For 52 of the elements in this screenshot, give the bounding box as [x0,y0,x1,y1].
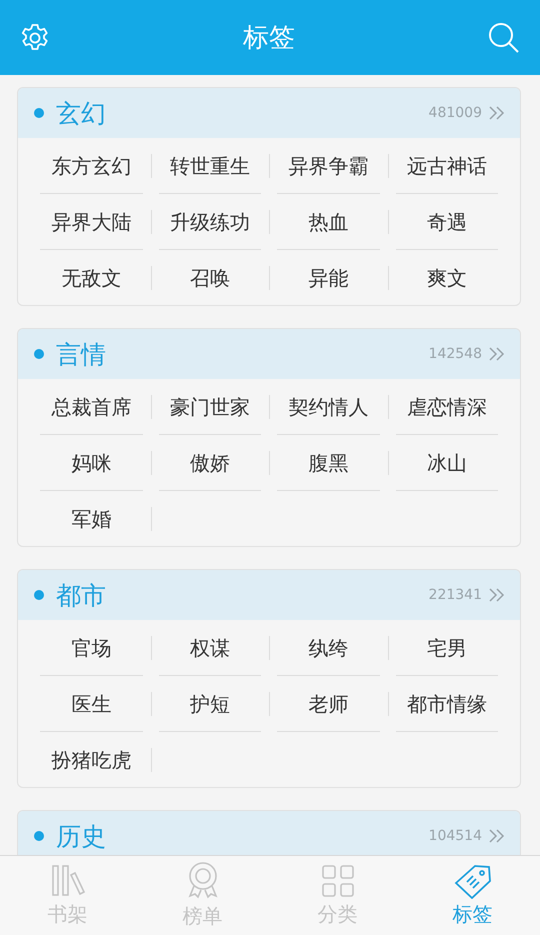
tag-item[interactable]: 妈咪 [71,450,112,476]
tag-item[interactable]: 异界大陆 [51,208,132,234]
tag-count: 104514 [428,828,482,844]
tag-item[interactable]: 老师 [308,690,348,716]
tag-item[interactable]: 虐恋情深 [406,394,487,420]
tag-item[interactable]: 无敌文 [61,264,122,290]
section-title: 言情 [56,338,107,370]
tag-item[interactable]: 都市情缘 [406,690,487,716]
double-chevron-icon[interactable] [488,347,506,361]
tag-item[interactable]: 异界争霸 [288,152,368,178]
search-icon[interactable] [488,22,520,54]
tag-item[interactable]: 远古神话 [406,152,487,178]
settings-icon[interactable] [20,22,50,52]
section-title: 历史 [56,820,107,852]
tag-item[interactable]: 医生 [71,690,112,716]
tag-item[interactable]: 宅男 [426,634,467,660]
tag-item[interactable]: 契约情人 [288,394,368,420]
books-icon [50,863,86,899]
tag-item[interactable]: 军婚 [71,506,112,532]
tag-item[interactable]: 纨绔 [308,634,348,660]
grid-icon [320,863,356,899]
bullet-icon [34,108,44,118]
tag-count: 481009 [428,105,482,121]
tag-item[interactable]: 热血 [308,208,348,234]
tag-item[interactable]: 豪门世家 [170,394,250,420]
page-title: 标签 [243,22,295,55]
bullet-icon [34,590,44,600]
tag-item[interactable]: 爽文 [426,264,467,290]
double-chevron-icon[interactable] [488,829,506,843]
tag-count: 142548 [428,346,482,362]
tag-count: 221341 [428,587,482,603]
tag-item[interactable]: 转世重生 [170,152,250,178]
tag-item[interactable]: 东方玄幻 [51,152,132,178]
tag-item[interactable]: 扮猪吃虎 [51,746,132,772]
tag-item[interactable]: 冰山 [426,450,467,476]
tag-item[interactable]: 官场 [71,634,112,660]
double-chevron-icon[interactable] [488,588,506,602]
tag-item[interactable]: 升级练功 [170,208,250,234]
tag-item[interactable]: 权谋 [190,634,230,660]
bullet-icon [34,349,44,359]
tag-item[interactable]: 总裁首席 [51,394,132,420]
tag-icon [452,863,492,899]
tag-item[interactable]: 召唤 [190,264,230,290]
section-title: 玄幻 [56,98,107,130]
tag-item[interactable]: 傲娇 [190,450,230,476]
tag-item[interactable]: 异能 [308,264,348,290]
tag-item[interactable]: 奇遇 [426,208,467,234]
section-title: 都市 [56,580,107,612]
bullet-icon [34,831,44,841]
double-chevron-icon[interactable] [488,106,506,120]
tag-item[interactable]: 腹黑 [308,450,348,476]
tag-item[interactable]: 护短 [190,690,230,716]
